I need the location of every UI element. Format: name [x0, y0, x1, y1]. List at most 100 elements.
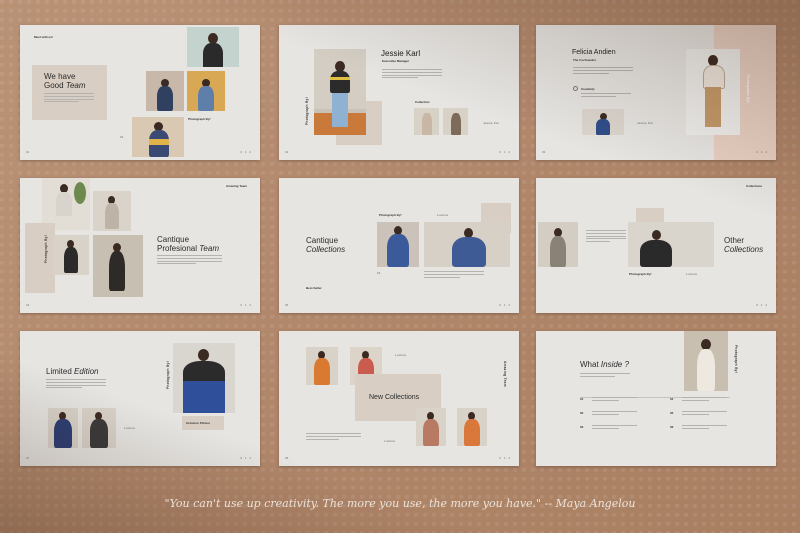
feature-photo [173, 343, 235, 413]
pager: 0 1 2 [499, 456, 511, 460]
slide-professional-team[interactable]: Amazing Team Photograph By! Cantique Pro… [20, 178, 260, 313]
slide-new-collections[interactable]: Lumina New Collections Amazing Team Lumi… [279, 331, 519, 466]
side-caption: Photograph By! [734, 345, 738, 374]
slide-title: Cantique Collections [306, 236, 346, 254]
collection-photo-1 [306, 347, 338, 385]
collection-photo-2 [443, 108, 468, 135]
team-photo-3 [53, 235, 89, 275]
team-photo-4 [132, 117, 184, 157]
collection-photo-1 [414, 108, 439, 135]
slide-tag: Collections [746, 184, 763, 188]
slide-limited-edition[interactable]: Limited Edition Lumina Photograph By! Ce… [20, 331, 260, 466]
edition-photo-2 [82, 408, 116, 448]
slide-title: Limited Edition [46, 367, 99, 376]
collection-photo-3 [416, 408, 446, 446]
caption-quote: "You can't use up creativity. The more y… [164, 497, 636, 510]
small-label: Lumina [437, 213, 449, 217]
team-photo-1 [187, 27, 239, 67]
side-caption: Photograph By! [166, 361, 170, 390]
beige-panel [25, 223, 55, 293]
slide-other-collections[interactable]: Collections Other Collections Photograph… [536, 178, 776, 313]
item-text [581, 93, 631, 99]
edition-photo-1 [48, 408, 78, 448]
slide-cantique-collections[interactable]: Cantique Collections Photograph By! Lumi… [279, 178, 519, 313]
slide-number: 04 [26, 303, 30, 307]
body-text [44, 93, 94, 104]
picture-button[interactable]: Cetomon Picture [182, 416, 224, 430]
toc-number-6: 06 [670, 425, 674, 429]
collection-photo-2 [424, 222, 510, 267]
body-text [46, 379, 106, 390]
body-text [157, 255, 222, 266]
toc-text-2 [592, 411, 637, 417]
slide-title: Cantique Profesional Team [157, 235, 219, 253]
side-caption: Amazing Team [503, 361, 507, 387]
collection-photo-4 [457, 408, 487, 446]
body-text [306, 433, 361, 441]
collection-photo-1 [377, 222, 419, 267]
bio-text [382, 69, 442, 80]
side-caption: Photograph By! [305, 97, 309, 126]
pager: 0 1 2 [240, 303, 252, 307]
slide-what-inside[interactable]: What Inside ? Photograph By! 01 02 03 04… [536, 331, 776, 466]
team-photo-2 [146, 71, 184, 111]
photo-caption: Photograph By! [629, 272, 652, 276]
item-label: Creativity [581, 87, 595, 91]
portrait-photo [314, 49, 366, 135]
side-caption: Photograph By! [746, 75, 750, 104]
slide-number: 02 [285, 150, 289, 154]
team-photo-3 [187, 71, 225, 111]
pager: 0 1 2 [756, 150, 768, 154]
slide-number: 05 [285, 303, 289, 307]
small-photo [582, 109, 624, 135]
slide-title: Other Collections [724, 236, 764, 254]
small-label: Lumina [395, 353, 407, 357]
collection-photo-2 [628, 222, 714, 267]
small-label: Jessie Kal [637, 121, 653, 125]
team-photo-2 [93, 191, 131, 231]
slide-number: 01 [26, 150, 30, 154]
small-label: Lumina [686, 272, 698, 276]
small-label: Lumina [124, 426, 136, 430]
slide-felicia-andien[interactable]: Photograph By! Felicia Andien The Cocfou… [536, 25, 776, 160]
pager: 0 1 2 [499, 303, 511, 307]
slide-meet-team[interactable]: Meet with us! We have Good Team Photogra… [20, 25, 260, 160]
bullet-icon [573, 86, 578, 91]
person-name: Felicia Andien [572, 49, 616, 56]
person-role: The Cocfounder [573, 58, 596, 62]
portrait-photo [686, 49, 740, 135]
toc-text-5 [682, 411, 727, 417]
slide-number: 08 [285, 456, 289, 460]
slide-tag: Amazing Team [226, 184, 247, 188]
bio-text [573, 67, 633, 75]
toc-text-6 [682, 425, 727, 431]
toc-number-3: 03 [580, 425, 584, 429]
person-name: Jessie Karl [381, 49, 421, 58]
photo-caption: Photograph By! [188, 117, 211, 121]
team-photo-4 [93, 235, 143, 297]
toc-number-5: 05 [670, 411, 674, 415]
slide-title: We have Good Team [44, 72, 86, 90]
pager: 0 1 2 [240, 150, 252, 154]
pager: 0 1 2 [240, 456, 252, 460]
small-number: Lumina [384, 439, 396, 443]
slide-title: New Collections [369, 394, 420, 401]
side-caption: Photograph By! [44, 235, 48, 264]
toc-text-4 [682, 397, 727, 403]
body-text [586, 230, 626, 244]
toc-number-2: 02 [580, 411, 584, 415]
slide-number: 07 [26, 456, 30, 460]
slide-jessie-karl[interactable]: Photograph By! Jessie Karl Executive Man… [279, 25, 519, 160]
small-number: 01 [377, 271, 381, 275]
toc-text-1 [592, 397, 637, 403]
toc-number-4: 04 [670, 397, 674, 401]
pager: 0 1 2 [499, 150, 511, 154]
collection-photo-1 [538, 222, 578, 267]
pager: 0 1 2 [756, 303, 768, 307]
slide-tag: Meet with us! [34, 35, 54, 39]
slide-title: What Inside ? [580, 360, 629, 369]
body-text [580, 373, 630, 379]
best-seller-label: Best-Seller [306, 286, 322, 290]
person-role: Executive Manager [382, 59, 410, 63]
slide-number: 03 [542, 150, 546, 154]
